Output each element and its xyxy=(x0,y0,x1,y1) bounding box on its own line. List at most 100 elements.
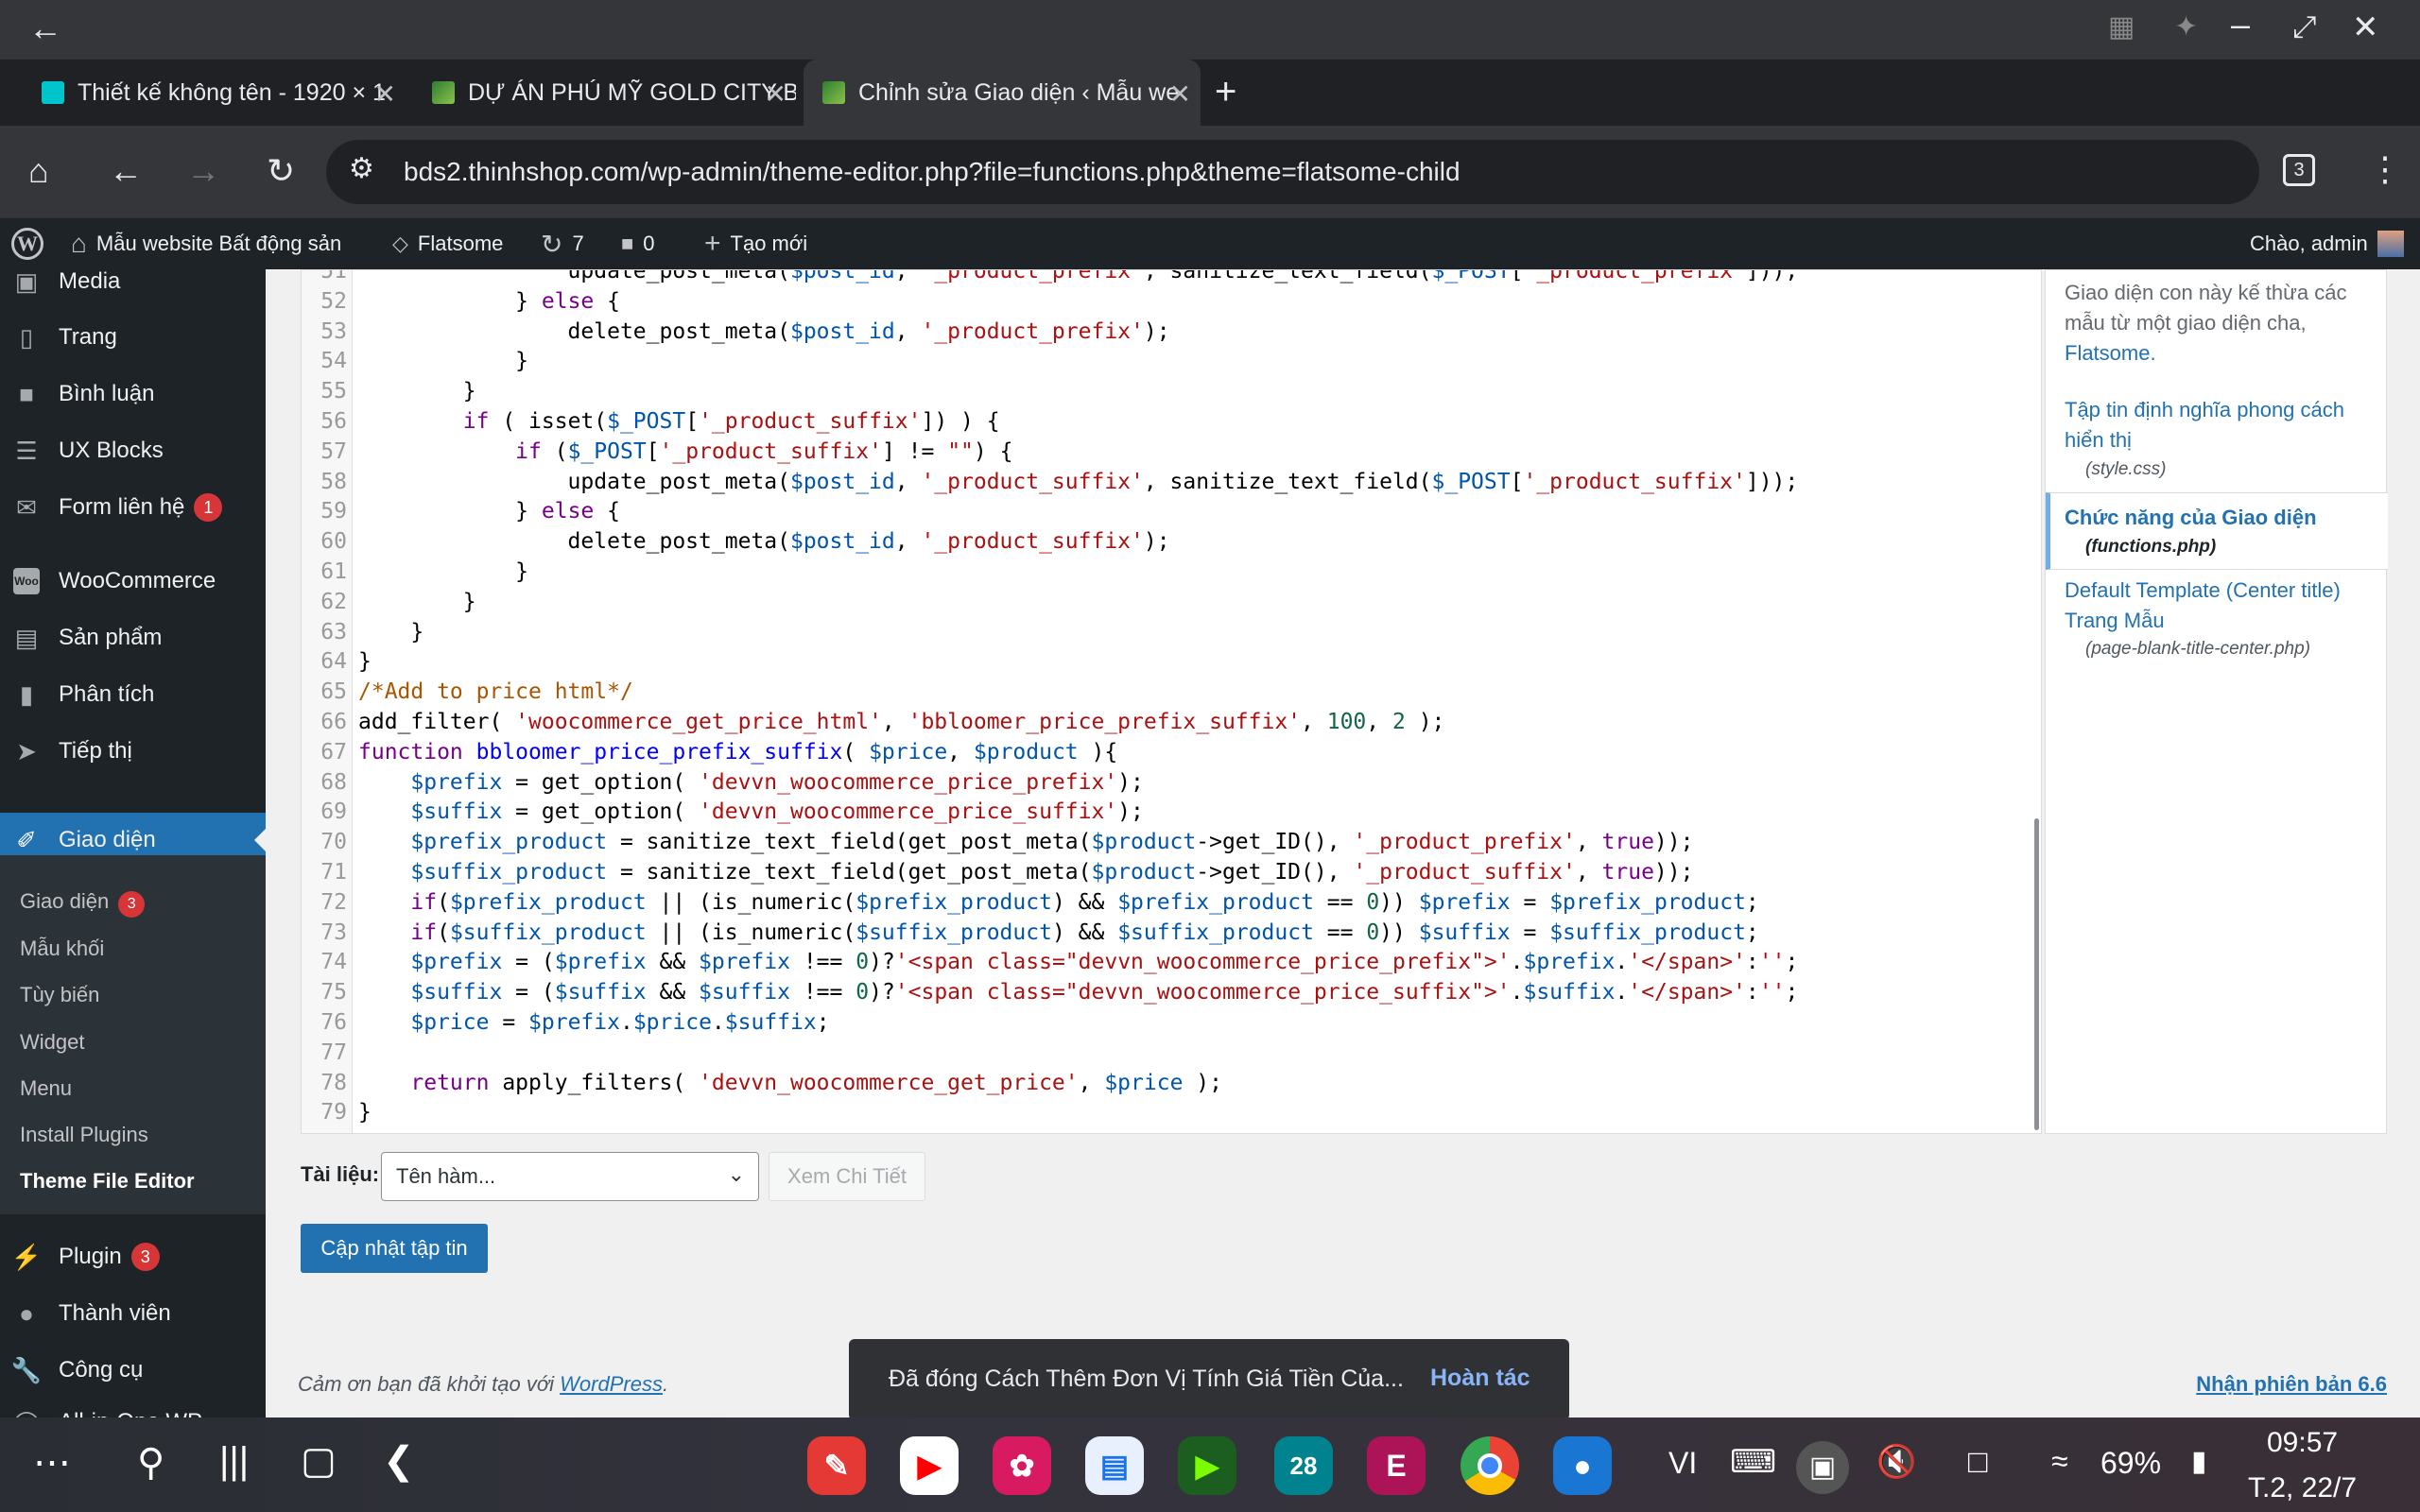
sidebar-item-products[interactable]: ▤ Sản phẩm xyxy=(0,611,266,664)
flatsome-menu[interactable]: ◇ Flatsome xyxy=(392,218,503,269)
capcut-app-icon[interactable]: ▶ xyxy=(1178,1436,1236,1495)
sidebar-item-media[interactable]: ▣ Media xyxy=(0,269,266,308)
woocommerce-icon: Woo xyxy=(13,568,40,594)
code-line: if ( isset($_POST['_product_suffix']) ) … xyxy=(462,409,1000,434)
wp-logo-button[interactable]: W xyxy=(11,218,43,269)
sidebar-item-label: Media xyxy=(59,269,121,294)
file-style-css[interactable]: Tập tin định nghĩa phong cách hiển thị xyxy=(2065,395,2377,455)
sidebar-item-ux-blocks[interactable]: ☰ UX Blocks xyxy=(0,424,266,477)
submenu-patterns[interactable]: Mẫu khối xyxy=(20,936,104,961)
restore-icon[interactable]: ⤢ xyxy=(2292,11,2317,42)
sidebar-item-pages[interactable]: ▯ Trang xyxy=(0,311,266,364)
tab-strip: Thiết kế không tên - 1920 × 1 ✕ DỰ ÁN PH… xyxy=(0,60,2420,126)
plus-icon: + xyxy=(704,228,721,259)
submenu-themes[interactable]: Giao diện 3 xyxy=(20,889,146,918)
new-content-link[interactable]: + Tạo mới xyxy=(704,218,807,269)
line-number: 79 xyxy=(320,1100,347,1125)
gallery-app-icon[interactable]: ✿ xyxy=(993,1436,1051,1495)
tab-phu-my[interactable]: DỰ ÁN PHÚ MỸ GOLD CITY BÀ ✕ xyxy=(413,60,796,126)
new-tab-icon[interactable]: + xyxy=(1215,73,1236,111)
comment-bubble-icon: ■ xyxy=(621,232,634,255)
parent-theme-link[interactable]: Flatsome. xyxy=(2065,341,2156,365)
site-info-icon[interactable]: ⚙ xyxy=(349,155,374,183)
sidebar-item-contact-form[interactable]: ✉ Form liên hệ 1 xyxy=(0,481,266,534)
menu-kebab-icon[interactable]: ⋮ xyxy=(2368,152,2402,186)
close-tab-icon[interactable]: ✕ xyxy=(1169,78,1191,110)
lookup-button[interactable]: Xem Chi Tiết xyxy=(769,1152,925,1201)
site-name-link[interactable]: ⌂ Mẫu website Bất động sản xyxy=(71,218,341,269)
sidebar-item-marketing[interactable]: ➤ Tiếp thị xyxy=(0,725,266,778)
search-icon[interactable]: ⚲ xyxy=(137,1444,164,1482)
update-file-button[interactable]: Cập nhật tập tin xyxy=(301,1224,488,1273)
youtube-icon[interactable]: ▶ xyxy=(900,1436,959,1495)
toast-message: Đã đóng Cách Thêm Đơn Vị Tính Giá Tiền C… xyxy=(889,1366,1404,1392)
tab-theme-editor[interactable]: Chỉnh sửa Giao diện ‹ Mẫu we ✕ xyxy=(804,60,1201,126)
line-number: 52 xyxy=(320,288,347,314)
home-button-icon[interactable]: ▢ xyxy=(301,1442,337,1480)
url-text[interactable]: bds2.thinhshop.com/wp-admin/theme-editor… xyxy=(404,157,1461,187)
forward-icon[interactable]: → xyxy=(186,154,220,188)
notification-icon[interactable]: □ xyxy=(1968,1446,1988,1478)
code-line: $prefix = get_option( 'devvn_woocommerce… xyxy=(410,769,1144,795)
tab-count-button[interactable]: 3 xyxy=(2283,154,2315,186)
sidebar-item-label: UX Blocks xyxy=(59,438,164,463)
sidebar-item-tools[interactable]: 🔧 Công cụ xyxy=(0,1344,266,1397)
close-tab-icon[interactable]: ✕ xyxy=(765,78,786,110)
sidebar-item-woocommerce[interactable]: Woo WooCommerce xyxy=(0,555,266,608)
messages-app-icon[interactable]: ● xyxy=(1553,1436,1612,1495)
submenu-theme-file-editor[interactable]: Theme File Editor xyxy=(20,1169,195,1194)
thanks-text: Cảm ơn bạn đã khởi tạo với xyxy=(298,1372,561,1396)
address-bar[interactable]: ⚙ bds2.thinhshop.com/wp-admin/theme-edit… xyxy=(326,140,2259,204)
count-badge: 3 xyxy=(130,1243,160,1271)
nav-back-icon[interactable]: ❮ xyxy=(383,1442,415,1480)
recent-apps-icon[interactable]: ||| xyxy=(219,1442,249,1480)
submenu-widgets[interactable]: Widget xyxy=(20,1030,84,1055)
close-tab-icon[interactable]: ✕ xyxy=(374,78,396,110)
comments-link[interactable]: ■ 0 xyxy=(621,218,655,269)
wordpress-link[interactable]: WordPress xyxy=(560,1372,663,1396)
e-app-icon[interactable]: E xyxy=(1367,1436,1426,1495)
reload-icon[interactable]: ↻ xyxy=(267,154,295,188)
calendar-app-icon[interactable]: 28 xyxy=(1274,1436,1333,1495)
app-drawer-icon[interactable]: ⋯ xyxy=(33,1444,71,1482)
split-window-icon[interactable]: ▦ xyxy=(2108,13,2135,42)
sidebar-item-analytics[interactable]: ▮ Phân tích xyxy=(0,668,266,721)
docs-app-icon[interactable]: ▤ xyxy=(1085,1436,1144,1495)
minimize-icon[interactable]: – xyxy=(2231,8,2250,42)
file-functions-php[interactable]: Chức năng của Giao diện (functions.php) xyxy=(2046,492,2388,570)
submenu-customize[interactable]: Tùy biến xyxy=(20,983,99,1007)
screenshot-icon[interactable]: ▣ xyxy=(1796,1441,1849,1494)
tab-title: Chỉnh sửa Giao diện ‹ Mẫu we xyxy=(858,78,1180,106)
code-editor[interactable]: 51 52 53 54 55 56 57 58 59 60 61 62 63 64 65 66 67 68 69 70… xyxy=(301,269,2042,1134)
editor-scrollbar[interactable] xyxy=(2031,270,2041,1133)
mute-icon[interactable]: 🔇 xyxy=(1876,1446,1916,1478)
function-select[interactable]: Tên hàm... ⌄ xyxy=(381,1152,759,1201)
sidebar-item-all-in-one[interactable]: ◯ All-in-One WP xyxy=(0,1396,266,1418)
language-indicator[interactable]: VI xyxy=(1668,1448,1697,1478)
line-number: 61 xyxy=(320,559,347,584)
code-line: } xyxy=(358,379,476,404)
keyboard-icon[interactable]: ⌨ xyxy=(1730,1446,1776,1478)
pin-icon[interactable]: ✦ xyxy=(2174,13,2198,42)
scrollbar-thumb[interactable] xyxy=(2034,818,2039,1130)
submenu-menus[interactable]: Menu xyxy=(20,1076,72,1101)
tab-canva[interactable]: Thiết kế không tên - 1920 × 1 ✕ xyxy=(23,60,406,126)
home-icon: ⌂ xyxy=(71,229,87,258)
notes-app-icon[interactable]: ✎ xyxy=(807,1436,866,1495)
undo-button[interactable]: Hoàn tác xyxy=(1430,1365,1530,1392)
back-icon[interactable]: ← xyxy=(109,154,143,188)
updates-link[interactable]: ↻ 7 xyxy=(541,218,584,269)
home-icon[interactable]: ⌂ xyxy=(28,154,49,188)
back-arrow-icon[interactable]: ← xyxy=(28,11,62,45)
submenu-install-plugins[interactable]: Install Plugins xyxy=(20,1123,148,1147)
version-link[interactable]: Nhận phiên bản 6.6 xyxy=(2196,1372,2387,1397)
updates-count: 7 xyxy=(572,232,584,255)
account-menu[interactable]: Chào, admin xyxy=(2250,218,2404,269)
file-page-blank-title-center[interactable]: Default Template (Center title) Trang Mẫ… xyxy=(2065,576,2386,636)
code-line: if($suffix_product || (is_numeric($suffi… xyxy=(410,919,1759,945)
sidebar-item-users[interactable]: ● Thành viên xyxy=(0,1287,266,1340)
sidebar-item-plugins[interactable]: ⚡ Plugin 3 xyxy=(0,1230,266,1283)
chrome-icon[interactable] xyxy=(1461,1436,1519,1495)
close-window-icon[interactable]: ✕ xyxy=(2352,11,2379,43)
sidebar-item-comments[interactable]: ■ Bình luận xyxy=(0,368,266,421)
